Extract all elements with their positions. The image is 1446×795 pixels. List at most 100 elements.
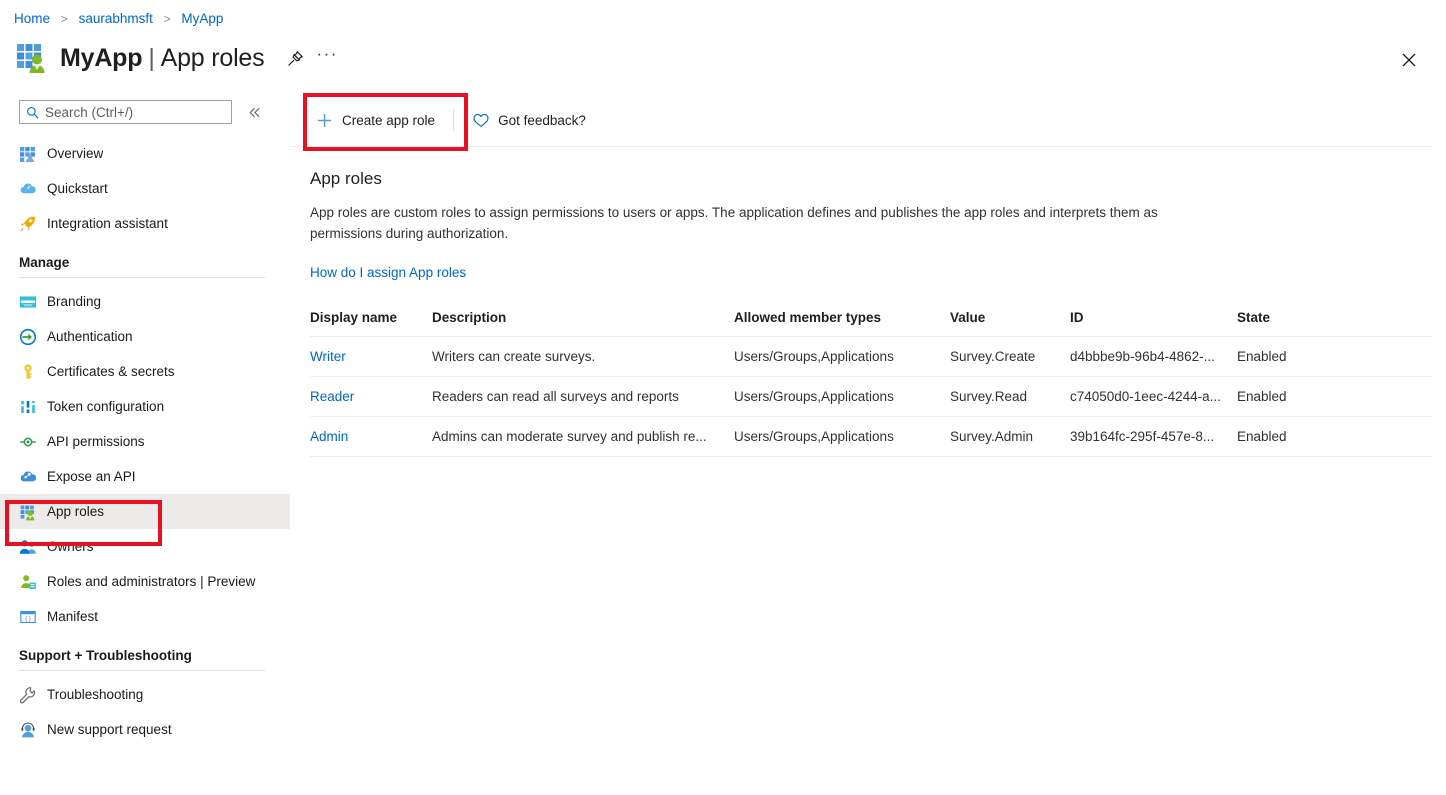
sidebar-item-expose-an-api[interactable]: Expose an API xyxy=(0,459,290,494)
sidebar-item-troubleshooting[interactable]: Troubleshooting xyxy=(0,677,290,712)
role-value: Survey.Admin xyxy=(950,417,1070,457)
sidebar-item-label: Manifest xyxy=(47,609,98,624)
sidebar-item-quickstart[interactable]: Quickstart xyxy=(0,171,290,206)
role-value: Survey.Create xyxy=(950,337,1070,377)
sidebar-section-title: Support + Troubleshooting xyxy=(19,648,265,670)
wrench-icon xyxy=(19,686,37,704)
column-header-display-name: Display name xyxy=(310,310,432,337)
column-header-state: State xyxy=(1237,310,1432,337)
close-icon[interactable] xyxy=(1394,45,1424,75)
sidebar: Overview Quickstart Integ xyxy=(0,100,290,795)
sidebar-section-support: Support + Troubleshooting xyxy=(0,648,290,671)
breadcrumb-separator: > xyxy=(61,12,68,26)
breadcrumb-item-home[interactable]: Home xyxy=(14,11,50,26)
how-do-i-assign-app-roles-link[interactable]: How do I assign App roles xyxy=(310,265,466,280)
main-content: Create app role Got feedback? App roles … xyxy=(290,94,1446,795)
search-icon xyxy=(26,106,39,119)
column-header-value: Value xyxy=(950,310,1070,337)
sidebar-item-label: Integration assistant xyxy=(47,216,168,231)
divider xyxy=(19,670,265,671)
svg-text:www: www xyxy=(24,302,33,307)
got-feedback-label: Got feedback? xyxy=(498,113,586,128)
owners-people-icon xyxy=(19,538,37,556)
role-state: Enabled xyxy=(1237,417,1432,457)
sidebar-section-manage: Manage xyxy=(0,255,290,278)
page-title-separator: | xyxy=(148,44,154,72)
sidebar-item-label: Branding xyxy=(47,294,101,309)
sidebar-item-label: Certificates & secrets xyxy=(47,364,175,379)
create-app-role-button[interactable]: Create app role xyxy=(310,105,441,135)
sidebar-section-title: Manage xyxy=(19,255,265,277)
table-row[interactable]: Reader Readers can read all surveys and … xyxy=(310,377,1432,417)
sidebar-item-roles-and-administrators[interactable]: Roles and administrators | Preview xyxy=(0,564,290,599)
search-box[interactable] xyxy=(19,100,232,124)
role-allowed-member-types: Users/Groups,Applications xyxy=(734,377,950,417)
sidebar-item-manifest[interactable]: { } Manifest xyxy=(0,599,290,634)
breadcrumb-item-app[interactable]: MyApp xyxy=(181,11,223,26)
sidebar-item-new-support-request[interactable]: New support request xyxy=(0,712,290,747)
ellipsis-icon[interactable]: ··· xyxy=(316,49,337,67)
create-app-role-label: Create app role xyxy=(342,113,435,128)
sidebar-item-authentication[interactable]: Authentication xyxy=(0,319,290,354)
role-display-name-link[interactable]: Writer xyxy=(310,349,346,364)
sidebar-item-label: Roles and administrators | Preview xyxy=(47,574,255,589)
app-roles-icon xyxy=(19,503,37,521)
divider xyxy=(19,277,265,278)
overview-grid-icon xyxy=(19,145,37,163)
page-title: MyApp|App roles xyxy=(60,44,264,73)
pin-icon[interactable] xyxy=(282,45,308,71)
roles-admins-icon xyxy=(19,573,37,591)
branding-www-icon: www xyxy=(19,293,37,311)
sidebar-item-label: Quickstart xyxy=(47,181,108,196)
role-id: c74050d0-1eec-4244-a... xyxy=(1070,377,1237,417)
table-row[interactable]: Admin Admins can moderate survey and pub… xyxy=(310,417,1432,457)
table-header-row: Display name Description Allowed member … xyxy=(310,310,1432,337)
page-title-app: MyApp xyxy=(60,44,142,72)
double-chevron-left-icon[interactable] xyxy=(245,103,263,121)
breadcrumb-item-tenant[interactable]: saurabhmsft xyxy=(79,11,153,26)
section-title: App roles xyxy=(310,169,1446,189)
key-icon xyxy=(19,363,37,381)
sidebar-item-label: Expose an API xyxy=(47,469,136,484)
sidebar-search-row xyxy=(0,100,290,124)
column-header-id: ID xyxy=(1070,310,1237,337)
sidebar-item-label: Token configuration xyxy=(47,399,164,414)
command-bar: Create app role Got feedback? xyxy=(290,94,1432,147)
api-permissions-icon xyxy=(19,433,37,451)
sidebar-item-branding[interactable]: www Branding xyxy=(0,284,290,319)
role-value: Survey.Read xyxy=(950,377,1070,417)
search-input[interactable] xyxy=(45,105,225,120)
role-allowed-member-types: Users/Groups,Applications xyxy=(734,337,950,377)
sidebar-item-overview[interactable]: Overview xyxy=(0,136,290,171)
role-state: Enabled xyxy=(1237,377,1432,417)
sidebar-item-label: Troubleshooting xyxy=(47,687,143,702)
column-header-description: Description xyxy=(432,310,734,337)
table-row[interactable]: Writer Writers can create surveys. Users… xyxy=(310,337,1432,377)
sidebar-item-owners[interactable]: Owners xyxy=(0,529,290,564)
sidebar-item-token-configuration[interactable]: Token configuration xyxy=(0,389,290,424)
page-header: MyApp|App roles ··· xyxy=(16,38,338,78)
svg-text:{ }: { } xyxy=(25,616,31,622)
app-roles-grid-person-icon xyxy=(16,42,50,74)
role-display-name-link[interactable]: Admin xyxy=(310,429,348,444)
got-feedback-button[interactable]: Got feedback? xyxy=(466,105,592,135)
role-description: Admins can moderate survey and publish r… xyxy=(432,417,734,457)
sidebar-item-label: API permissions xyxy=(47,434,145,449)
sidebar-item-label: Authentication xyxy=(47,329,133,344)
sidebar-item-api-permissions[interactable]: API permissions xyxy=(0,424,290,459)
sidebar-item-app-roles[interactable]: App roles xyxy=(0,494,290,529)
command-divider xyxy=(453,109,454,131)
app-roles-table: Display name Description Allowed member … xyxy=(310,310,1432,457)
sidebar-item-label: New support request xyxy=(47,722,172,737)
page-title-section: App roles xyxy=(161,44,265,72)
sidebar-item-label: App roles xyxy=(47,504,104,519)
sidebar-item-label: Owners xyxy=(47,539,94,554)
heart-icon xyxy=(472,112,489,129)
sidebar-top-items: Overview Quickstart Integ xyxy=(0,136,290,241)
sidebar-manage-items: www Branding Authentication xyxy=(0,284,290,634)
sidebar-item-certificates-secrets[interactable]: Certificates & secrets xyxy=(0,354,290,389)
role-display-name-link[interactable]: Reader xyxy=(310,389,354,404)
authentication-arrow-icon xyxy=(19,328,37,346)
sidebar-item-integration-assistant[interactable]: Integration assistant xyxy=(0,206,290,241)
breadcrumb-separator: > xyxy=(164,12,171,26)
